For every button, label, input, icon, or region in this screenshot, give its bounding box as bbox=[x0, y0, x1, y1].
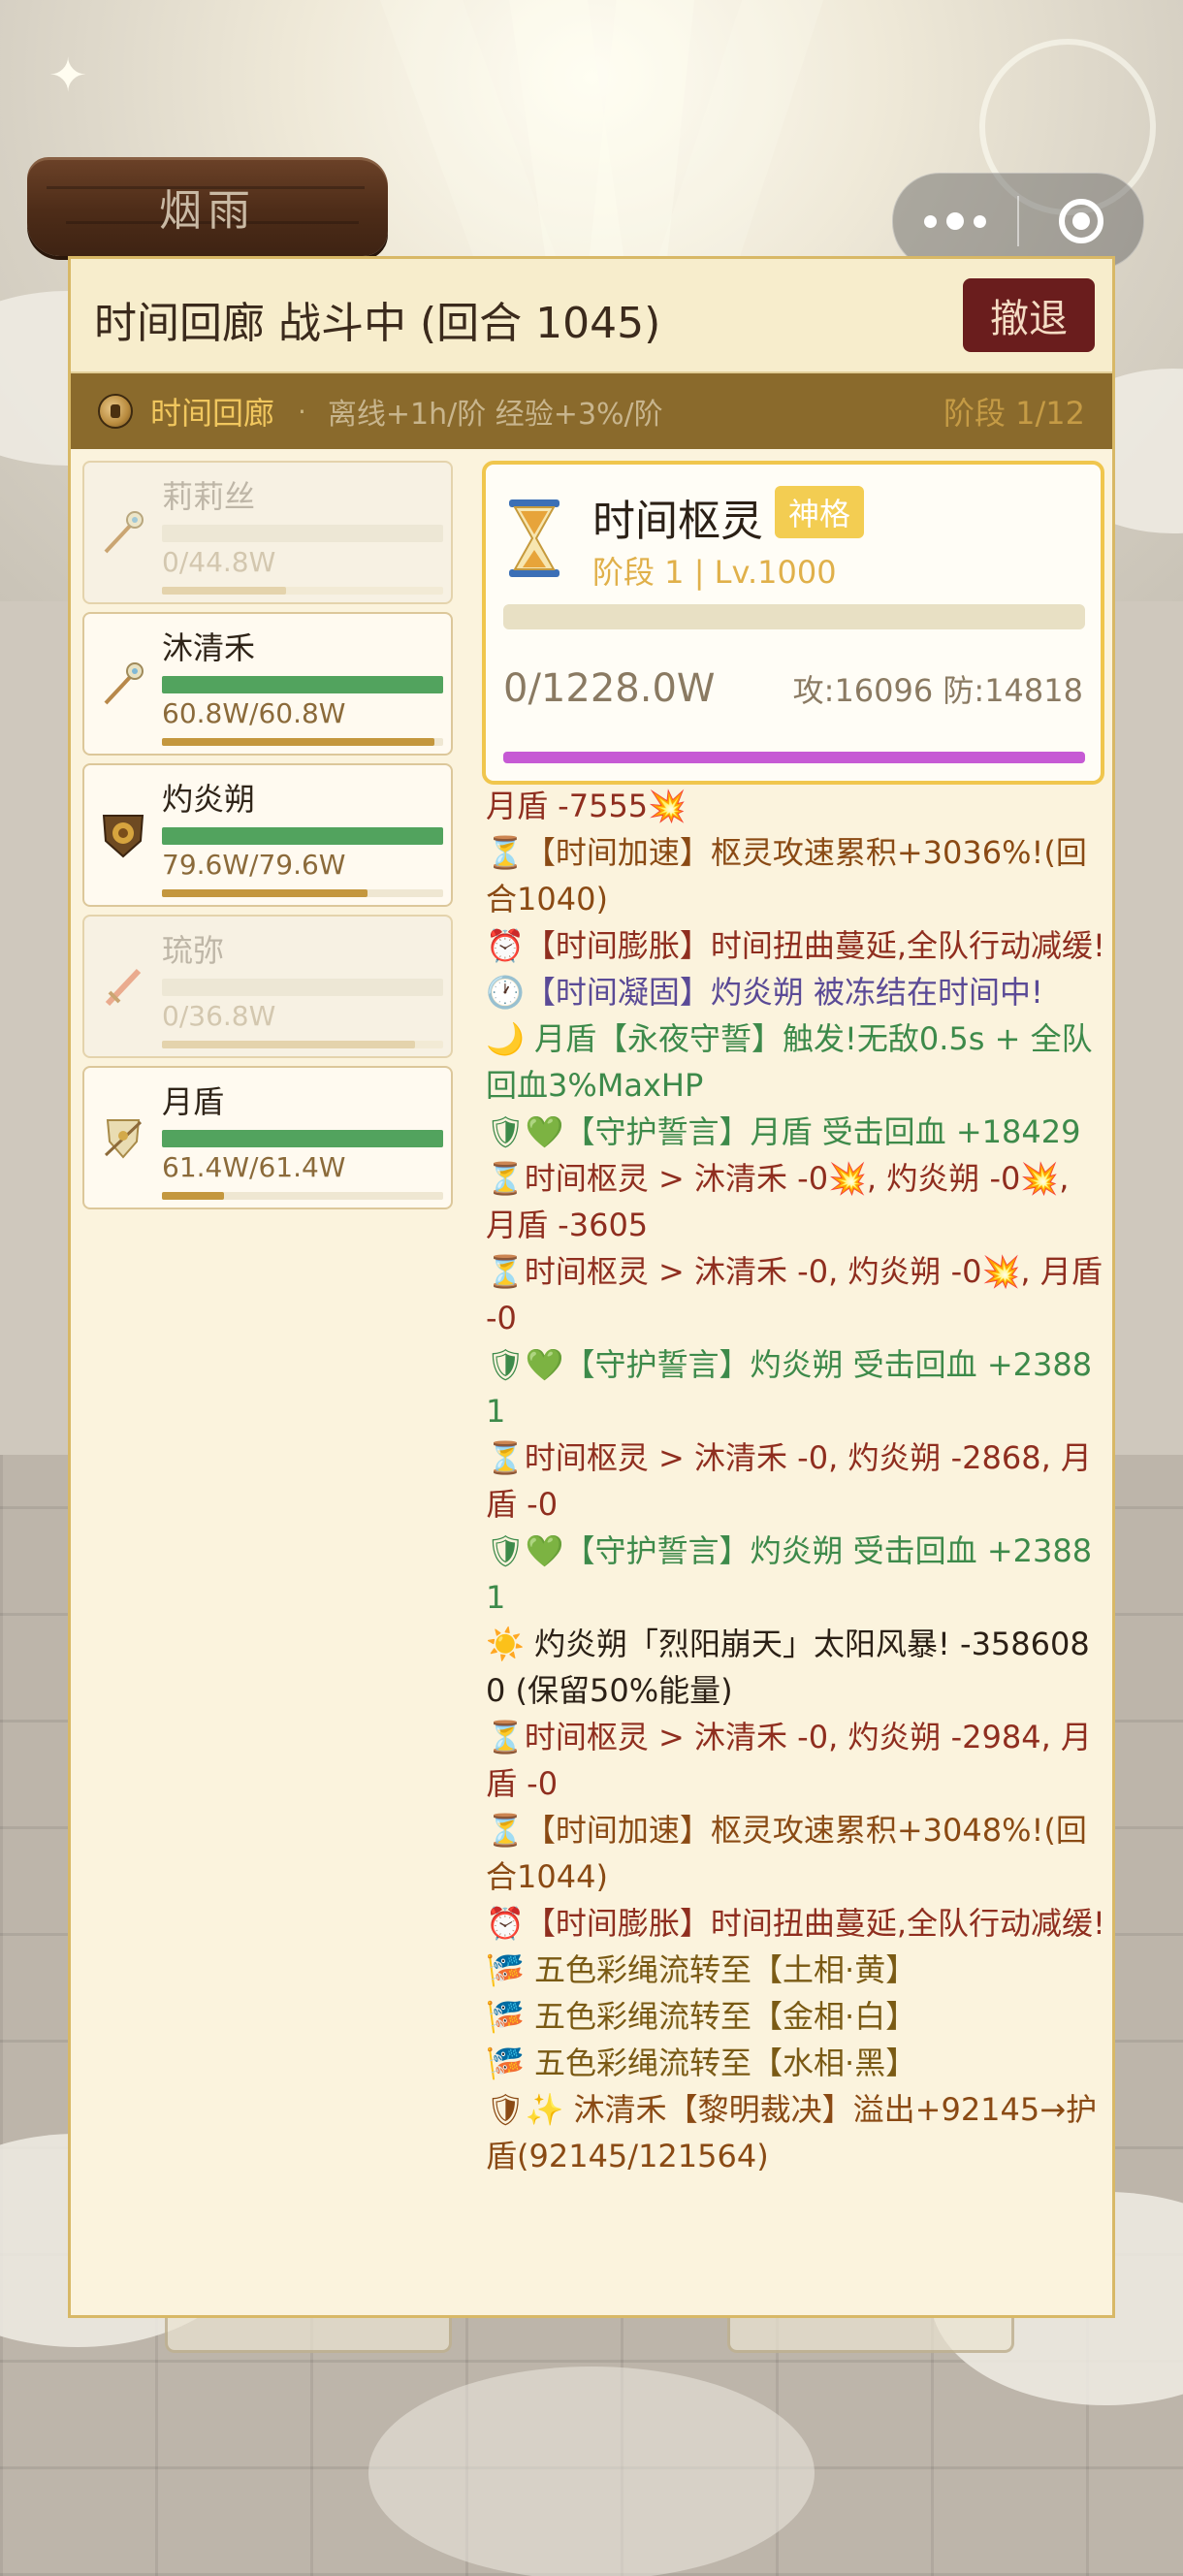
boss-shield-bar bbox=[503, 604, 1085, 629]
log-entry: ⏰【时间膨胀】时间扭曲蔓延,全队行动减缓! bbox=[486, 1905, 1105, 1942]
lock-medal-icon bbox=[98, 394, 133, 429]
hero-card[interactable]: 月盾 61.4W/61.4W bbox=[82, 1066, 453, 1209]
stage-progress: 阶段 1/12 bbox=[943, 395, 1085, 432]
dot-icon bbox=[924, 214, 937, 228]
log-entry: 🛡💚【守护誓言】灼炎朔 受击回血 +23881 bbox=[486, 1532, 1093, 1616]
battle-panel: 时间回廊 战斗中 (回合 1045) 撤退 时间回廊 · 离线+1h/阶 经验+… bbox=[68, 256, 1115, 2318]
log-entry: ☀️ 灼炎朔「烈阳崩天」太阳风暴! -3586080 (保留50%能量) bbox=[486, 1626, 1090, 1709]
hero-card[interactable]: 琉弥 0/36.8W bbox=[82, 915, 453, 1058]
hero-hp-text: 0/44.8W bbox=[162, 546, 276, 578]
log-entry: ⏳时间枢灵 > 沐清禾 -0, 灼炎朔 -2868, 月盾 -0 bbox=[486, 1439, 1092, 1523]
hero-hp-bar bbox=[162, 979, 443, 996]
log-entry: 🎏 五色彩绳流转至【土相·黄】 bbox=[486, 1951, 917, 1988]
log-entry: ⏳时间枢灵 > 沐清禾 -0, 灼炎朔 -0💥, 月盾 -0 bbox=[486, 1253, 1103, 1336]
hero-hp-text: 60.8W/60.8W bbox=[162, 697, 346, 729]
location-sign-text: 烟雨 bbox=[159, 186, 256, 236]
cloud bbox=[368, 2367, 815, 2576]
log-entry: 🕐【时间凝固】灼炎朔 被冻结在时间中! bbox=[486, 974, 1043, 1011]
log-entry: ⏳时间枢灵 > 沐清禾 -0, 灼炎朔 -2984, 月盾 -0 bbox=[486, 1719, 1092, 1802]
hero-hp-text: 0/36.8W bbox=[162, 1000, 276, 1032]
hero-name: 沐清禾 bbox=[162, 629, 256, 666]
log-entry: ⏳【时间加速】枢灵攻速累积+3048%!(回合1044) bbox=[486, 1812, 1087, 1895]
more-options-button[interactable] bbox=[893, 174, 1017, 269]
hero-name: 琉弥 bbox=[162, 932, 225, 969]
hero-xp-bar bbox=[162, 1041, 443, 1048]
stage-bar: 时间回廊 · 离线+1h/阶 经验+3%/阶 阶段 1/12 bbox=[71, 373, 1112, 449]
boss-attack-defense: 攻:16096 防:14818 bbox=[792, 672, 1083, 709]
log-entry: ⏳【时间加速】枢灵攻速累积+3036%!(回合1040) bbox=[486, 834, 1087, 918]
log-entry: 🛡💚【守护誓言】月盾 受击回血 +18429 bbox=[486, 1113, 1081, 1150]
boss-card[interactable]: 时间枢灵 神格 阶段 1 | Lv.1000 0/1228.0W 攻:16096… bbox=[482, 461, 1104, 785]
hourglass-icon bbox=[509, 499, 560, 577]
close-miniprogram-button[interactable] bbox=[1019, 174, 1143, 269]
hero-card[interactable]: 灼炎朔 79.6W/79.6W bbox=[82, 763, 453, 907]
hero-hp-bar bbox=[162, 525, 443, 542]
dot-icon bbox=[974, 214, 986, 228]
hero-roster: 莉莉丝 0/44.8W 沐清禾 60.8W/60.8W 灼炎朔 79.6W/79.6W 琉弥… bbox=[82, 461, 453, 1217]
boss-rank-badge: 神格 bbox=[775, 486, 865, 538]
hero-hp-bar bbox=[162, 827, 443, 845]
location-sign: 烟雨 bbox=[27, 157, 388, 256]
log-entry: 🌙 月盾【永夜守誓】触发!无敌0.5s + 全队回血3%MaxHP bbox=[486, 1020, 1093, 1104]
shield-icon bbox=[98, 1112, 148, 1163]
log-entry: 🎏 五色彩绳流转至【水相·黑】 bbox=[486, 2045, 917, 2081]
hero-hp-bar bbox=[162, 676, 443, 693]
stage-name: 时间回廊 bbox=[150, 395, 275, 432]
log-entry: ⏰【时间膨胀】时间扭曲蔓延,全队行动减缓! bbox=[486, 927, 1105, 964]
boss-hp-text: 0/1228.0W bbox=[503, 666, 716, 711]
log-entry: 月盾 -7555💥 bbox=[486, 788, 687, 824]
stage-bonus-info: 离线+1h/阶 经验+3%/阶 bbox=[327, 398, 663, 432]
sword-icon bbox=[98, 961, 148, 1012]
boss-stage-level: 阶段 1 | Lv.1000 bbox=[592, 554, 837, 591]
hero-card[interactable]: 莉莉丝 0/44.8W bbox=[82, 461, 453, 604]
hero-card[interactable]: 沐清禾 60.8W/60.8W bbox=[82, 612, 453, 756]
hero-xp-bar bbox=[162, 889, 443, 897]
hero-xp-bar bbox=[162, 1192, 443, 1200]
hero-name: 莉莉丝 bbox=[162, 478, 256, 515]
lion-shield-icon bbox=[98, 810, 148, 860]
panel-header: 时间回廊 战斗中 (回合 1045) 撤退 bbox=[71, 259, 1112, 373]
hero-xp-bar bbox=[162, 738, 443, 746]
boss-name: 时间枢灵 bbox=[592, 497, 763, 546]
dot-icon bbox=[946, 212, 964, 230]
log-entry: 🛡✨ 沐清禾【黎明裁决】溢出+92145→护盾(92145/121564) bbox=[486, 2091, 1098, 2174]
target-circle-icon bbox=[1059, 199, 1103, 243]
hero-hp-bar bbox=[162, 1130, 443, 1147]
boss-energy-bar bbox=[503, 752, 1085, 763]
separator-dot: · bbox=[298, 395, 306, 428]
hero-hp-text: 61.4W/61.4W bbox=[162, 1151, 346, 1183]
battle-title: 时间回廊 战斗中 (回合 1045) bbox=[94, 299, 661, 348]
staff-icon bbox=[98, 507, 148, 558]
sparkle-icon: ✦ bbox=[48, 48, 88, 103]
miniprogram-capsule bbox=[892, 173, 1144, 270]
log-entry: 🛡💚【守护誓言】灼炎朔 受击回血 +23881 bbox=[486, 1346, 1093, 1430]
log-entry: ⏳时间枢灵 > 沐清禾 -0💥, 灼炎朔 -0💥, 月盾 -3605 bbox=[486, 1160, 1070, 1243]
log-entry: 🎏 五色彩绳流转至【金相·白】 bbox=[486, 1998, 917, 2035]
hero-name: 灼炎朔 bbox=[162, 781, 256, 818]
hero-xp-bar bbox=[162, 587, 443, 595]
retreat-button[interactable]: 撤退 bbox=[963, 278, 1095, 352]
hero-name: 月盾 bbox=[162, 1083, 225, 1120]
hero-hp-text: 79.6W/79.6W bbox=[162, 849, 346, 881]
battle-log[interactable]: 月盾 -7555💥 ⏳【时间加速】枢灵攻速累积+3036%!(回合1040) ⏰【时… bbox=[482, 783, 1108, 2311]
staff-icon bbox=[98, 659, 148, 709]
